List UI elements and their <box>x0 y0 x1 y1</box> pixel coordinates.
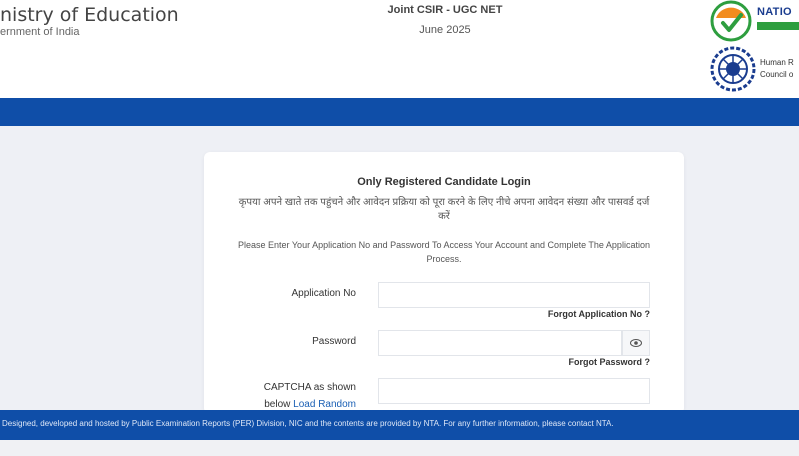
forgot-password-link[interactable]: Forgot Password ? <box>568 357 650 367</box>
application-no-input[interactable] <box>378 282 650 308</box>
captcha-below-text: below <box>264 399 291 410</box>
english-instructions: Please Enter Your Application No and Pas… <box>238 240 650 264</box>
captcha-input[interactable] <box>378 378 650 404</box>
site-footer: Designed, developed and hosted by Public… <box>0 410 799 440</box>
exam-session: June 2025 <box>419 24 471 36</box>
login-title: Only Registered Candidate Login <box>357 176 531 188</box>
captcha-label-line-2: below Load Random <box>254 399 356 410</box>
login-card: Only Registered Candidate Login कृपया अप… <box>204 152 684 414</box>
show-password-button[interactable] <box>622 330 650 356</box>
nta-logo-icon <box>710 0 752 42</box>
password-input[interactable] <box>378 330 622 356</box>
csir-text-line-1: Human R <box>760 58 794 67</box>
forgot-application-link[interactable]: Forgot Application No ? <box>548 309 650 319</box>
header-band <box>0 98 799 126</box>
ministry-subtitle: ernment of India <box>0 26 80 38</box>
password-label: Password <box>312 336 356 347</box>
bottom-strip <box>0 440 799 456</box>
exam-title: Joint CSIR - UGC NET <box>387 4 503 16</box>
csir-text-line-2: Council o <box>760 70 794 79</box>
captcha-reload-link[interactable]: Load Random <box>293 399 356 410</box>
ministry-title: nistry of Education <box>0 4 179 26</box>
nta-tagline-bar <box>757 22 799 30</box>
captcha-label: CAPTCHA as shown <box>263 382 356 393</box>
nta-name: NATIO <box>757 6 792 18</box>
eye-icon <box>630 339 642 347</box>
footer-text: Designed, developed and hosted by Public… <box>2 419 614 428</box>
csir-emblem-icon <box>710 46 756 92</box>
application-no-label: Application No <box>291 288 356 299</box>
hindi-instructions: कृपया अपने खाते तक पहुंचने और आवेदन प्रक… <box>238 197 650 222</box>
site-header: nistry of Education ernment of India Joi… <box>0 0 799 98</box>
